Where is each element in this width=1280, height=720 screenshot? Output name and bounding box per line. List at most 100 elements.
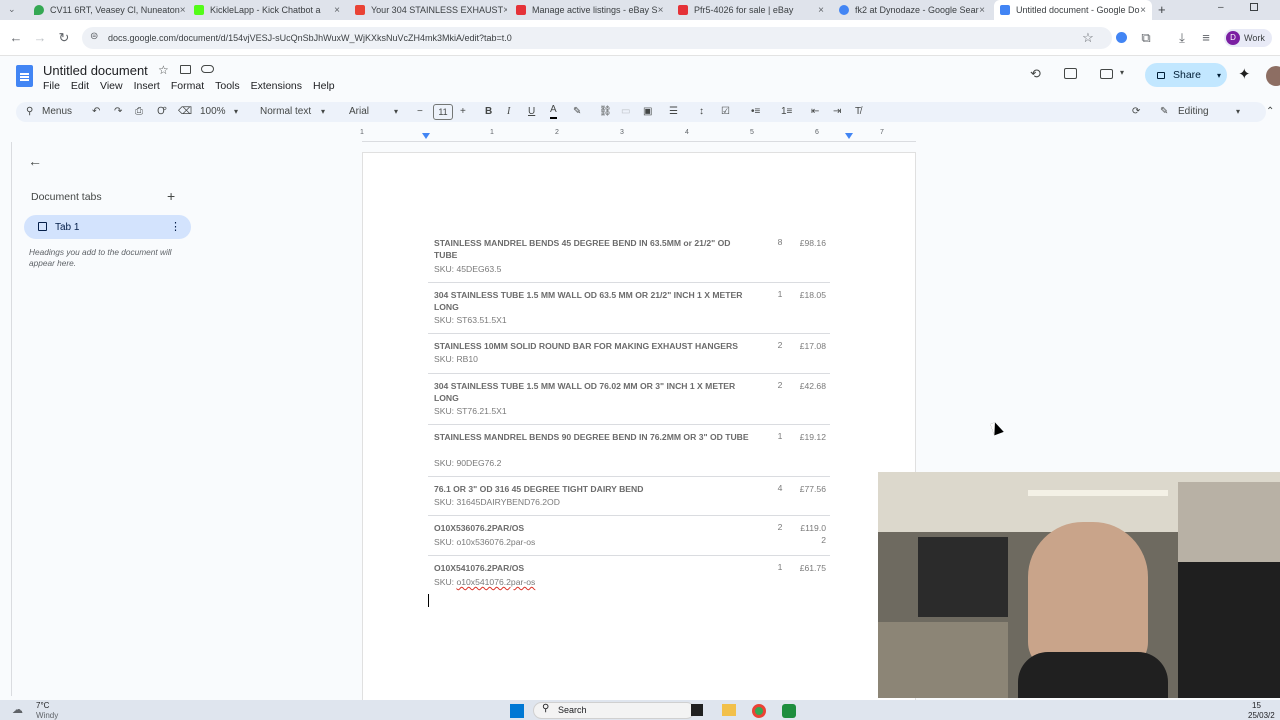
chevron-down-icon[interactable]: ▾ bbox=[1120, 68, 1124, 77]
comments-icon[interactable] bbox=[1064, 68, 1077, 79]
sidebar-tab-1[interactable] bbox=[24, 215, 191, 239]
add-comment-icon[interactable]: ▭ bbox=[621, 103, 630, 121]
table-row[interactable]: 76.1 OR 3" OD 316 45 DEGREE TIGHT DAIRY … bbox=[428, 477, 830, 516]
paint-format-icon[interactable]: ⌫ bbox=[178, 103, 192, 121]
close-icon[interactable]: × bbox=[818, 5, 830, 16]
extension-icon[interactable] bbox=[1116, 32, 1127, 43]
windows-start-icon[interactable] bbox=[510, 704, 524, 718]
table-row[interactable]: O10X541076.2PAR/OS SKU: o10x541076.2par-… bbox=[428, 556, 830, 592]
increase-indent-icon[interactable]: ⇥ bbox=[833, 103, 841, 121]
meet-icon[interactable] bbox=[1100, 69, 1113, 79]
align-icon[interactable]: ☰ bbox=[669, 103, 678, 121]
editing-mode-select[interactable]: Editing bbox=[1178, 103, 1209, 121]
bold-button[interactable]: B bbox=[485, 103, 492, 121]
font-select[interactable]: Arial bbox=[349, 103, 369, 121]
task-view-icon[interactable] bbox=[691, 704, 703, 716]
browser-tab-kick[interactable]: KickleLapp - Kick Chatbot a × bbox=[188, 0, 346, 20]
numbered-list-icon[interactable]: 1≡ bbox=[781, 103, 792, 121]
version-history-icon[interactable]: ⟲ bbox=[1030, 66, 1041, 82]
left-indent-marker-icon[interactable] bbox=[422, 133, 430, 139]
menu-file[interactable]: File bbox=[43, 80, 60, 92]
browser-tab-maps[interactable]: CV11 6RT, Veasey Cl, Nuneaton × bbox=[28, 0, 186, 20]
table-row[interactable]: O10X536076.2PAR/OS SKU: o10x536076.2par-… bbox=[428, 516, 830, 556]
insert-link-icon[interactable]: ⛓ bbox=[599, 103, 612, 121]
move-folder-icon[interactable] bbox=[180, 65, 191, 74]
style-select[interactable]: Normal text bbox=[260, 103, 311, 121]
clear-formatting-icon[interactable]: T̸ bbox=[855, 103, 861, 121]
checklist-icon[interactable]: ☑ bbox=[721, 103, 730, 121]
close-icon[interactable]: × bbox=[658, 5, 668, 16]
star-icon[interactable]: ☆ bbox=[158, 63, 169, 77]
media-icon[interactable]: ≡ bbox=[1198, 30, 1214, 46]
browser-tab-docs[interactable]: Untitled document - Google Do × bbox=[994, 0, 1152, 20]
highlight-icon[interactable]: ✎ bbox=[573, 103, 581, 121]
menu-format[interactable]: Format bbox=[171, 80, 204, 92]
menu-extensions[interactable]: Extensions bbox=[251, 80, 302, 92]
browser-tab-google-search[interactable]: fk2 at Dynodaze - Google Sear × bbox=[833, 0, 991, 20]
zoom-select[interactable]: 100% bbox=[200, 103, 226, 121]
minimize-button[interactable]: – bbox=[1218, 2, 1224, 13]
back-arrow-icon[interactable]: ← bbox=[28, 153, 42, 169]
table-row[interactable]: STAINLESS MANDREL BENDS 45 DEGREE BEND I… bbox=[428, 231, 830, 283]
redo-icon[interactable]: ↷ bbox=[114, 103, 122, 121]
menu-help[interactable]: Help bbox=[313, 80, 335, 92]
menu-view[interactable]: View bbox=[100, 80, 123, 92]
misspelled-sku[interactable]: o10x541076.2par-os bbox=[456, 577, 535, 587]
bookmark-star-icon[interactable]: ☆ bbox=[1080, 30, 1096, 46]
table-row[interactable]: STAINLESS MANDREL BENDS 90 DEGREE BEND I… bbox=[428, 425, 830, 477]
document-title[interactable]: Untitled document bbox=[43, 63, 148, 78]
file-explorer-icon[interactable] bbox=[722, 704, 736, 716]
table-row[interactable]: STAINLESS 10MM SOLID ROUND BAR FOR MAKIN… bbox=[428, 334, 830, 374]
profile-button[interactable]: D Work bbox=[1224, 29, 1272, 47]
forward-icon[interactable]: → bbox=[32, 30, 48, 46]
increase-font-size-button[interactable]: + bbox=[460, 103, 466, 121]
decrease-font-size-button[interactable]: − bbox=[417, 103, 423, 121]
add-tab-button[interactable]: + bbox=[167, 188, 175, 204]
right-indent-marker-icon[interactable] bbox=[845, 133, 853, 139]
site-info-icon[interactable]: ⊜ bbox=[90, 31, 98, 42]
share-button[interactable]: Share ▾ bbox=[1145, 63, 1227, 87]
collapse-toolbar-icon[interactable]: ⌃ bbox=[1266, 103, 1274, 121]
gemini-icon[interactable]: ✦ bbox=[1238, 65, 1251, 83]
close-icon[interactable]: × bbox=[1140, 5, 1152, 16]
tab-search-icon[interactable]: ⌄ bbox=[8, 4, 16, 15]
weather-icon[interactable]: ☁ bbox=[12, 703, 23, 716]
spellcheck-icon[interactable]: Ꝍ bbox=[157, 103, 166, 121]
browser-tab-ebay-item[interactable]: Pfr5-4026 for sale | eBay × bbox=[672, 0, 830, 20]
font-size-input[interactable]: 11 bbox=[433, 104, 453, 120]
text-color-button[interactable]: A bbox=[550, 103, 557, 119]
extensions-puzzle-icon[interactable]: ⧉ bbox=[1138, 30, 1154, 46]
insert-image-icon[interactable]: ▣ bbox=[643, 103, 652, 121]
back-icon[interactable]: ← bbox=[8, 30, 24, 46]
browser-tab-ebay-listings[interactable]: Manage active listings - eBay S × bbox=[510, 0, 668, 20]
reload-icon[interactable]: ↻ bbox=[56, 30, 72, 46]
app-icon[interactable] bbox=[782, 704, 796, 718]
download-icon[interactable]: ⤓ bbox=[1174, 30, 1190, 46]
docs-logo-icon[interactable] bbox=[16, 65, 33, 87]
close-icon[interactable]: × bbox=[334, 5, 346, 16]
menus-search[interactable]: Menus bbox=[42, 103, 72, 121]
print-icon[interactable]: ⎙ bbox=[135, 103, 143, 121]
decrease-indent-icon[interactable]: ⇤ bbox=[811, 103, 819, 121]
undo-icon[interactable]: ↶ bbox=[92, 103, 100, 121]
close-icon[interactable]: × bbox=[503, 5, 507, 16]
bulleted-list-icon[interactable]: •≡ bbox=[751, 103, 760, 121]
line-spacing-icon[interactable]: ↕ bbox=[699, 103, 704, 121]
chrome-icon[interactable] bbox=[752, 704, 766, 718]
account-avatar[interactable] bbox=[1266, 66, 1280, 86]
maximize-button[interactable] bbox=[1250, 3, 1258, 11]
new-tab-button[interactable]: + bbox=[1158, 2, 1166, 17]
menu-tools[interactable]: Tools bbox=[215, 80, 240, 92]
ruler[interactable] bbox=[362, 130, 916, 142]
close-icon[interactable]: × bbox=[180, 5, 186, 16]
address-bar[interactable]: docs.google.com/document/d/154vjVESJ-sUc… bbox=[82, 27, 1112, 49]
menu-edit[interactable]: Edit bbox=[71, 80, 89, 92]
more-options-icon[interactable]: ⋮ bbox=[170, 220, 181, 233]
menu-insert[interactable]: Insert bbox=[134, 80, 160, 92]
table-row[interactable]: 304 STAINLESS TUBE 1.5 MM WALL OD 76.02 … bbox=[428, 374, 830, 425]
underline-button[interactable]: U bbox=[528, 103, 535, 121]
cloud-status-icon[interactable] bbox=[201, 65, 214, 73]
table-row[interactable]: 304 STAINLESS TUBE 1.5 MM WALL OD 63.5 M… bbox=[428, 283, 830, 334]
close-icon[interactable]: × bbox=[979, 5, 991, 16]
history-icon[interactable]: ⟳ bbox=[1132, 103, 1140, 121]
